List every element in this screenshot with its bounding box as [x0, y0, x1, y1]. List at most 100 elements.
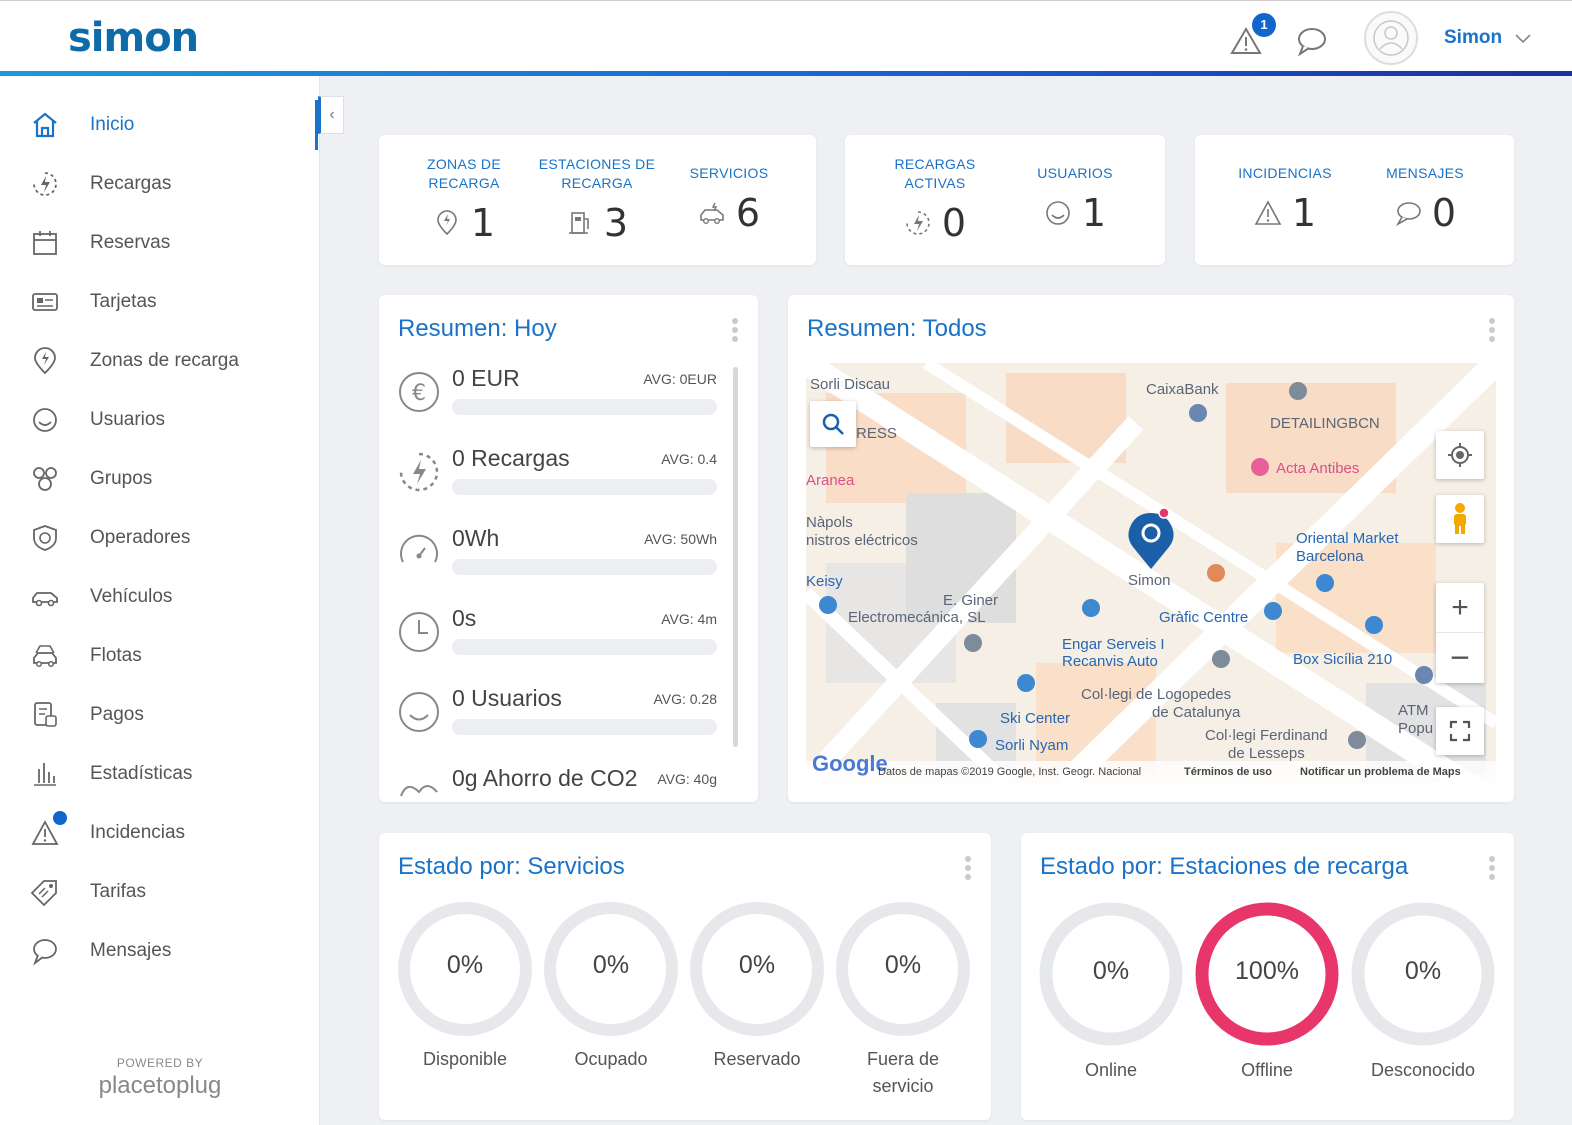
sidebar-item-inicio[interactable]: Inicio: [0, 100, 318, 150]
search-icon: [822, 413, 844, 435]
donut-percent: 0%: [738, 951, 776, 979]
sidebar-item-reservas[interactable]: Reservas: [0, 218, 318, 268]
stat-usuarios[interactable]: USUARIOS 1: [1015, 155, 1135, 235]
sidebar-item-label: Tarjetas: [90, 291, 157, 312]
simon-logo[interactable]: simon: [68, 15, 199, 61]
stat-head: INCIDENCIAS: [1238, 165, 1332, 181]
donut-percent: 0%: [1092, 957, 1130, 985]
collapse-sidebar-button[interactable]: ‹: [318, 96, 344, 134]
sidebar-item-tarjetas[interactable]: Tarjetas: [0, 277, 318, 327]
map-label: de Lesseps: [1228, 745, 1305, 762]
avatar[interactable]: [1364, 11, 1418, 65]
zoom-out-button[interactable]: −: [1436, 633, 1484, 683]
map[interactable]: Sorli Discau CaixaBank DETAILINGBCN RESS…: [806, 363, 1496, 783]
stat-zonas[interactable]: ZONAS DE RECARGA 1: [399, 155, 529, 245]
stat-value: 1: [1081, 191, 1107, 235]
more-options-icon[interactable]: [731, 315, 739, 345]
fleet-icon: [30, 641, 60, 671]
sidebar-item-grupos[interactable]: Grupos: [0, 454, 318, 504]
sidebar-item-vehiculos[interactable]: Vehículos: [0, 572, 318, 622]
map-report-link[interactable]: Notificar un problema de Maps: [1300, 766, 1461, 778]
notification-dot: [53, 811, 67, 825]
estado-servicios-card: Estado por: Servicios 0% Disponible 0% O…: [379, 833, 991, 1120]
estado-estaciones-card: Estado por: Estaciones de recarga 0% Onl…: [1021, 833, 1514, 1120]
sidebar-item-tarifas[interactable]: Tarifas: [0, 867, 318, 917]
map-label: Oriental Market: [1296, 530, 1399, 547]
user-smile-icon: [30, 405, 60, 435]
user-name[interactable]: Simon: [1444, 27, 1502, 49]
stat-mensajes[interactable]: MENSAJES 0: [1365, 155, 1485, 235]
donut-disponible[interactable]: 0% Disponible: [397, 901, 533, 1069]
metric-eur: € 0 EUR AVG: 0EUR: [397, 365, 717, 435]
chat-icon[interactable]: [1294, 23, 1330, 59]
donut-percent: 0%: [1404, 957, 1442, 985]
metric-avg: AVG: 0.4: [661, 451, 717, 467]
svg-text:€: €: [412, 381, 426, 406]
stat-head: MENSAJES: [1386, 165, 1464, 181]
stat-value: 6: [735, 191, 761, 235]
sidebar-item-zonas[interactable]: Zonas de recarga: [0, 336, 318, 386]
more-options-icon[interactable]: [964, 853, 972, 883]
stat-head: RECARGA: [561, 175, 633, 191]
charge-zone-icon: [437, 210, 457, 236]
sidebar-item-recargas[interactable]: Recargas: [0, 159, 318, 209]
donut-percent: 0%: [592, 951, 630, 979]
zoom-control: + −: [1436, 583, 1484, 683]
metric-avg: AVG: 4m: [661, 611, 717, 627]
more-options-icon[interactable]: [1488, 853, 1496, 883]
metric-avg: AVG: 50Wh: [644, 531, 717, 547]
sidebar-item-incidencias[interactable]: Incidencias: [0, 808, 318, 858]
donut-online[interactable]: 0% Online: [1038, 901, 1184, 1080]
street-view-button[interactable]: [1436, 495, 1484, 543]
map-label: RESS: [856, 425, 897, 442]
card-title: Estado por: Estaciones de recarga: [1040, 853, 1409, 880]
more-options-icon[interactable]: [1488, 315, 1496, 345]
metric-bar: [452, 479, 717, 495]
sidebar-item-mensajes[interactable]: Mensajes: [0, 926, 318, 976]
fullscreen-button[interactable]: [1436, 707, 1484, 755]
sidebar-item-flotas[interactable]: Flotas: [0, 631, 318, 681]
map-search-button[interactable]: [810, 401, 856, 447]
sidebar-item-label: Estadísticas: [90, 763, 193, 784]
stat-head: USUARIOS: [1037, 165, 1113, 181]
donut-fuera-servicio[interactable]: 0% Fuera de servicio: [835, 901, 971, 1096]
zoom-in-button[interactable]: +: [1436, 583, 1484, 633]
donut-label-line: Disponible: [422, 1049, 508, 1069]
map-label: nistros eléctricos: [806, 532, 918, 549]
sidebar-item-label: Vehículos: [90, 586, 173, 607]
map-label: Sorli Discau: [810, 376, 891, 393]
donut-ocupado[interactable]: 0% Ocupado: [543, 901, 679, 1069]
donut-desconocido[interactable]: 0% Desconocido: [1350, 901, 1496, 1080]
stat-head: ESTACIONES DE: [538, 156, 656, 172]
sidebar-item-label: Reservas: [90, 232, 171, 253]
stat-servicios[interactable]: SERVICIOS 6: [669, 155, 789, 235]
sidebar-item-pagos[interactable]: Pagos: [0, 690, 318, 740]
scrollbar[interactable]: [733, 367, 738, 747]
stats-card-infra: ZONAS DE RECARGA 1 ESTACIONES DE RECARGA 3…: [379, 135, 816, 265]
partner-logo[interactable]: placetoplug: [0, 1072, 320, 1100]
charge-zone-icon: [30, 346, 60, 376]
stat-recargas-activas[interactable]: RECARGAS ACTIVAS 0: [865, 155, 1005, 245]
donut-label-line: Reservado: [713, 1049, 801, 1069]
user-smile-icon: [399, 692, 439, 732]
clock-icon: [399, 612, 439, 652]
warning-icon: [1254, 200, 1282, 225]
my-location-button[interactable]: [1436, 431, 1484, 479]
metric-bar: [452, 559, 717, 575]
sidebar-item-label: Recargas: [90, 173, 172, 194]
map-terms-link[interactable]: Términos de uso: [1184, 766, 1272, 778]
powered-by: POWERED BY: [116, 1056, 204, 1070]
sidebar-item-estadisticas[interactable]: Estadísticas: [0, 749, 318, 799]
donut-reservado[interactable]: 0% Reservado: [689, 901, 825, 1069]
google-logo: Google: [812, 751, 888, 776]
euro-icon: €: [399, 372, 439, 412]
donut-offline[interactable]: 100% Offline: [1194, 901, 1340, 1080]
sidebar-item-operadores[interactable]: Operadores: [0, 513, 318, 563]
chevron-down-icon[interactable]: [1512, 27, 1534, 49]
top-header: simon 1 Simon: [0, 0, 1572, 76]
stat-incidencias[interactable]: INCIDENCIAS 1: [1215, 155, 1355, 235]
stat-estaciones[interactable]: ESTACIONES DE RECARGA 3: [529, 155, 665, 245]
metric-time: 0s AVG: 4m: [397, 605, 717, 675]
calendar-icon: [30, 228, 60, 258]
sidebar-item-usuarios[interactable]: Usuarios: [0, 395, 318, 445]
